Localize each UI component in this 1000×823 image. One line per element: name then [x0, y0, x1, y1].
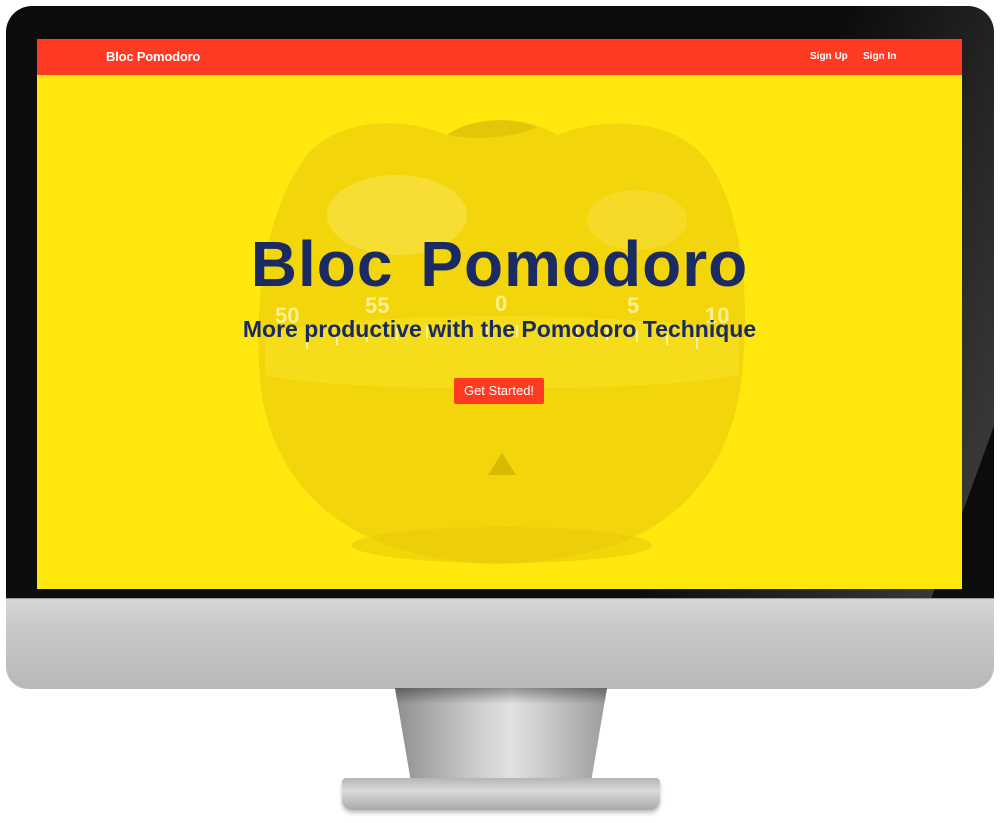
- stand-shadow: [395, 688, 607, 704]
- hero-title: Bloc Pomodoro: [250, 228, 749, 300]
- monitor-stand-foot: [342, 778, 660, 810]
- monitor-chin: [6, 598, 994, 689]
- website-screen: 50 55 0 5 10 Bloc Pomodoro Sign Up Sign …: [37, 39, 962, 589]
- get-started-button[interactable]: Get Started!: [454, 378, 544, 404]
- navbar-brand[interactable]: Bloc Pomodoro: [106, 49, 200, 64]
- sign-up-link[interactable]: Sign Up: [810, 51, 848, 62]
- tomato-bottom-shade: [352, 527, 652, 563]
- top-navbar: Bloc Pomodoro Sign Up Sign In: [37, 39, 962, 75]
- hero-subtitle: More productive with the Pomodoro Techni…: [242, 316, 757, 342]
- sign-in-link[interactable]: Sign In: [863, 51, 896, 62]
